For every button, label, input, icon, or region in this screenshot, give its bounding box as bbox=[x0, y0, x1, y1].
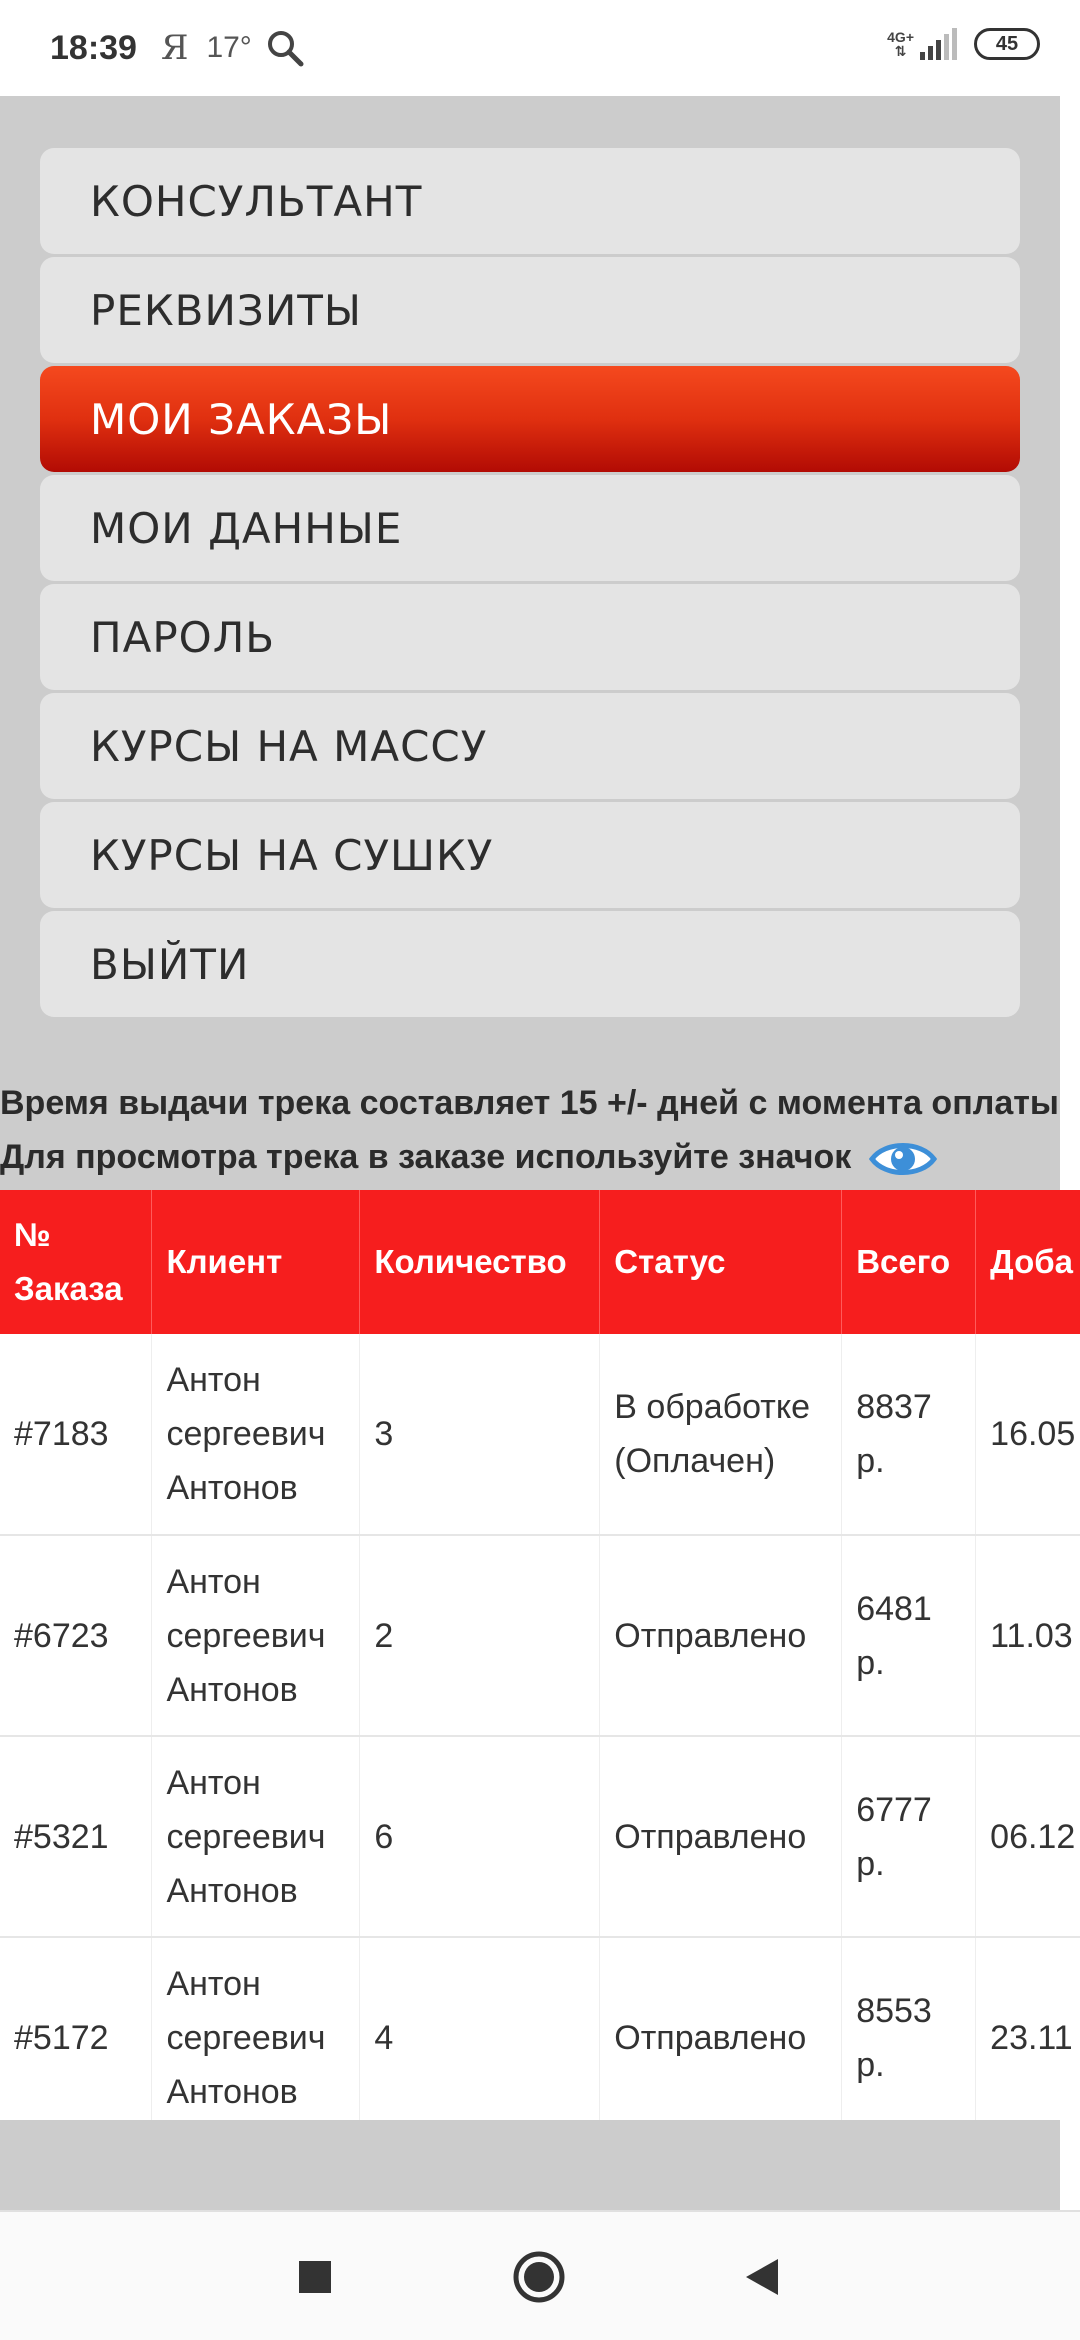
order-date: 16.05 bbox=[975, 1334, 1080, 1536]
tracking-time-note: Время выдачи трека составляет 15 +/- дне… bbox=[0, 1084, 1059, 1122]
order-quantity: 4 bbox=[359, 1937, 601, 2120]
menu-item-mass-courses[interactable]: КУРСЫ НА МАССУ bbox=[40, 693, 1020, 799]
table-row[interactable]: #7183 Антон сергеевич Антонов 3 В обрабо… bbox=[0, 1334, 1080, 1536]
order-total: 6481 р. bbox=[841, 1535, 977, 1737]
menu-item-password[interactable]: ПАРОЛЬ bbox=[40, 584, 1020, 690]
weather-temperature: 17° bbox=[206, 31, 252, 64]
signal-icon bbox=[920, 28, 960, 60]
order-date: 11.03 bbox=[975, 1535, 1080, 1737]
orders-table: № Заказа Клиент Количество Статус Всего … bbox=[0, 1190, 1080, 2120]
order-number: #5172 bbox=[0, 1937, 153, 2120]
menu-item-cutting-courses[interactable]: КУРСЫ НА СУШКУ bbox=[40, 802, 1020, 908]
order-status: В обработке (Оплачен) bbox=[599, 1334, 843, 1536]
order-client: Антон сергеевич Антонов bbox=[151, 1736, 361, 1938]
order-status: Отправлено bbox=[599, 1535, 843, 1737]
table-header-row: № Заказа Клиент Количество Статус Всего … bbox=[0, 1190, 1080, 1334]
order-number: #6723 bbox=[0, 1535, 153, 1737]
col-status: Статус bbox=[599, 1190, 843, 1334]
tracking-info: Время выдачи трека составляет 15 +/- дне… bbox=[0, 1076, 1060, 1184]
order-quantity: 6 bbox=[359, 1736, 601, 1938]
system-nav-bar bbox=[0, 2210, 1080, 2340]
col-order-number: № Заказа bbox=[0, 1190, 153, 1334]
eye-icon bbox=[868, 1143, 937, 1175]
circle-icon[interactable] bbox=[512, 2250, 566, 2304]
menu-item-logout[interactable]: ВЫЙТИ bbox=[40, 911, 1020, 1017]
order-client: Антон сергеевич Антонов bbox=[151, 1334, 361, 1536]
order-quantity: 2 bbox=[359, 1535, 601, 1737]
table-row[interactable]: #5172 Антон сергеевич Антонов 4 Отправле… bbox=[0, 1937, 1080, 2120]
order-status: Отправлено bbox=[599, 1736, 843, 1938]
menu-item-requisites[interactable]: РЕКВИЗИТЫ bbox=[40, 257, 1020, 363]
order-date: 23.11 bbox=[975, 1937, 1080, 2120]
status-bar: 18:39 Я 17° 4G+ ⇅ 45 bbox=[0, 0, 1080, 96]
data-arrows-icon: ⇅ bbox=[894, 43, 907, 59]
account-menu: КОНСУЛЬТАНТ РЕКВИЗИТЫ МОИ ЗАКАЗЫ МОИ ДАН… bbox=[40, 148, 1020, 1020]
square-icon[interactable] bbox=[296, 2258, 334, 2296]
battery-icon: 45 bbox=[974, 28, 1040, 60]
menu-item-my-orders[interactable]: МОИ ЗАКАЗЫ bbox=[40, 366, 1020, 472]
order-total: 8553 р. bbox=[841, 1937, 977, 2120]
order-date: 06.12 bbox=[975, 1736, 1080, 1938]
clock: 18:39 bbox=[50, 28, 137, 67]
col-date: Доба bbox=[975, 1190, 1080, 1334]
network-type: 4G+ ⇅ bbox=[887, 29, 914, 59]
order-quantity: 3 bbox=[359, 1334, 601, 1536]
tracking-icon-note: Для просмотра трека в заказе используйте… bbox=[0, 1130, 1060, 1184]
order-total: 6777 р. bbox=[841, 1736, 977, 1938]
table-row[interactable]: #5321 Антон сергеевич Антонов 6 Отправле… bbox=[0, 1736, 1080, 1938]
menu-item-my-data[interactable]: МОИ ДАННЫЕ bbox=[40, 475, 1020, 581]
order-client: Антон сергеевич Антонов bbox=[151, 1535, 361, 1737]
order-status: Отправлено bbox=[599, 1937, 843, 2120]
table-row[interactable]: #6723 Антон сергеевич Антонов 2 Отправле… bbox=[0, 1535, 1080, 1737]
search-icon bbox=[267, 31, 304, 67]
yandex-icon: Я bbox=[160, 28, 189, 68]
order-total: 8837 р. bbox=[841, 1334, 977, 1536]
col-quantity: Количество bbox=[359, 1190, 601, 1334]
col-client: Клиент bbox=[151, 1190, 361, 1334]
col-total: Всего bbox=[841, 1190, 977, 1334]
menu-item-consultant[interactable]: КОНСУЛЬТАНТ bbox=[40, 148, 1020, 254]
order-number: #7183 bbox=[0, 1334, 153, 1536]
order-client: Антон сергеевич Антонов bbox=[151, 1937, 361, 2120]
order-number: #5321 bbox=[0, 1736, 153, 1938]
triangle-back-icon[interactable] bbox=[742, 2256, 782, 2298]
